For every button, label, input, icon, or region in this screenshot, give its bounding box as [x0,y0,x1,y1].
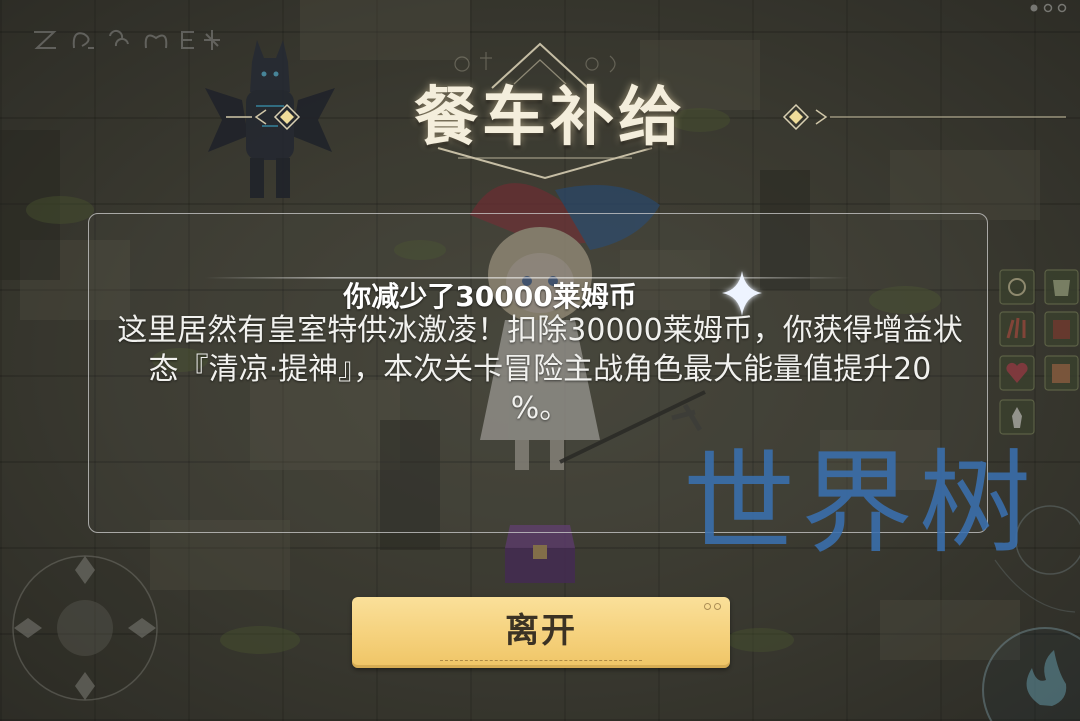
description-line: 态『清凉·提神』，本次关卡冒险主战角色最大能量值提升20 [148,352,932,387]
watermark: 世界树 [683,439,1037,569]
button-dash-decoration [440,660,642,661]
button-dot-decoration [704,603,711,610]
arrow-left-icon [254,109,267,125]
game-screen: 餐车补给 你减少了30000莱姆币 这里居然有皇室特供冰激凌！扣除30000莱姆… [0,0,1080,721]
description-line: %。 [510,391,570,426]
title-mystic-glyphs [454,52,616,73]
event-description: 这里居然有皇室特供冰激凌！扣除30000莱姆币，你获得增益状 态『清凉·提神』，… [88,311,992,428]
button-dot-decoration [714,603,721,610]
right-title-ornament [782,103,1066,131]
leave-button[interactable]: 离开 [352,597,730,668]
description-line: 这里居然有皇室特供冰激凌！扣除30000莱姆币，你获得增益状 [117,313,963,348]
arrow-right-icon [815,109,828,125]
result-heading: 你减少了30000莱姆币 [343,280,637,313]
event-title: 餐车补给 [414,80,686,155]
leave-button-label: 离开 [505,611,577,651]
left-title-ornament [226,103,301,131]
